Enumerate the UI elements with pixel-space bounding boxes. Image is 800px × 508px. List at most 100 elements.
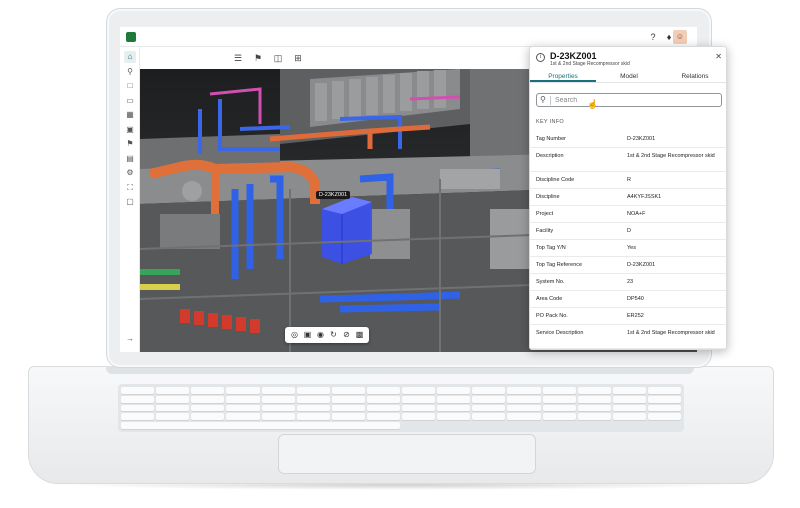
keyboard-key: [647, 387, 681, 394]
panel-tabs: Properties Model Relations: [530, 71, 726, 83]
keyboard-key: [577, 404, 611, 412]
table-row: Area Code DP540: [530, 291, 726, 308]
table-row: Project NOA+F: [530, 206, 726, 223]
keyboard-key: [191, 387, 225, 394]
property-value: Yes: [627, 245, 636, 251]
keyboard-key: [156, 387, 190, 394]
search-icon: ⚲: [540, 95, 546, 104]
table-row: System No. 23: [530, 274, 726, 291]
property-key: Tag Number: [536, 136, 566, 142]
search-input[interactable]: [555, 96, 715, 105]
keyboard-key: [437, 387, 471, 394]
keyboard-key: [507, 413, 541, 421]
keyboard-key: [542, 404, 576, 412]
property-value: D-23KZ001: [627, 136, 656, 142]
panel-title: D-23KZ001: [550, 51, 597, 61]
property-key: Top Tag Y/N: [536, 245, 566, 251]
home-icon[interactable]: ⌂: [124, 51, 136, 63]
keyboard-key: [402, 404, 436, 412]
keyboard-key: [121, 413, 155, 421]
property-key: Description: [536, 153, 564, 159]
search-divider: [550, 96, 551, 105]
table-row: PO Pack No. ER252: [530, 308, 726, 325]
tab-properties[interactable]: Properties: [530, 71, 596, 82]
lock-icon[interactable]: ▩: [355, 330, 365, 340]
property-value: A4KYFJSSK1: [627, 194, 662, 200]
keyboard-key: [121, 395, 155, 403]
table-row: Top Tag Y/N Yes: [530, 240, 726, 257]
eye-icon[interactable]: ◉: [316, 330, 326, 340]
keyboard-key: [577, 387, 611, 394]
close-icon[interactable]: ✕: [715, 52, 722, 61]
keyboard-key: [647, 395, 681, 403]
keyboard-key: [331, 413, 365, 421]
keyboard-key: [226, 395, 260, 403]
report-icon[interactable]: ▣: [124, 124, 136, 136]
keyboard-key: [261, 387, 295, 394]
property-value: R: [627, 177, 631, 183]
keyboard-key: [402, 395, 436, 403]
keyboard-key: [647, 413, 681, 421]
laptop-trackpad: [278, 434, 536, 474]
property-key: PO Pack No.: [536, 313, 568, 319]
keyboard-key: [366, 404, 400, 412]
arrow-right-icon[interactable]: →: [124, 333, 136, 345]
folder-icon[interactable]: ▭: [124, 95, 136, 107]
keyboard-key: [261, 413, 295, 421]
comment-icon[interactable]: ◫: [272, 52, 284, 64]
tag-icon[interactable]: ⚑: [252, 52, 264, 64]
keyboard-key: [577, 413, 611, 421]
tab-model[interactable]: Model: [596, 71, 662, 82]
keyboard-key: [331, 387, 365, 394]
user-avatar-icon[interactable]: ☺: [673, 30, 687, 44]
table-row: Tag Number D-23KZ001: [530, 131, 726, 148]
hide-icon[interactable]: ⊘: [342, 330, 352, 340]
properties-table: Tag Number D-23KZ001 Description 1st & 2nd…: [530, 131, 726, 349]
keyboard-key: [226, 404, 260, 412]
layers-icon[interactable]: ▦: [124, 109, 136, 121]
left-sidebar: ⌂ ⚲ □ ▭ ▦ ▣ ⚑ ▤ ⚙ ⛶ ▢ →: [120, 47, 140, 352]
property-key: Project: [536, 211, 554, 217]
keyboard-key: [542, 387, 576, 394]
help-circle-icon[interactable]: ?: [647, 31, 659, 43]
app-logo-icon[interactable]: [126, 32, 136, 42]
tree-icon[interactable]: ☰: [232, 52, 244, 64]
property-value: 1st & 2nd Stage Recompressor skid: [627, 330, 715, 336]
tag-icon[interactable]: ⚑: [124, 138, 136, 150]
search-icon[interactable]: ⚲: [124, 66, 136, 78]
keyboard-key: [402, 413, 436, 421]
keyboard-key: [121, 404, 155, 412]
keyboard-key: [296, 395, 330, 403]
target-icon[interactable]: ◎: [290, 330, 300, 340]
keyboard-key: [296, 404, 330, 412]
keyboard-key: [472, 413, 506, 421]
table-row: Description 1st & 2nd Stage Recompressor …: [530, 148, 726, 172]
property-value: 1st & 2nd Stage Recompressor skid: [627, 153, 715, 159]
property-value: ER252: [627, 313, 644, 319]
tab-relations[interactable]: Relations: [662, 71, 726, 82]
settings-icon[interactable]: ⚙: [124, 167, 136, 179]
keyboard-key: [156, 395, 190, 403]
keyboard-key: [261, 404, 295, 412]
clipboard-icon[interactable]: ▤: [124, 153, 136, 165]
property-key: Facility: [536, 228, 554, 234]
keyboard-key: [191, 404, 225, 412]
rotate-icon[interactable]: ↻: [329, 330, 339, 340]
laptop-keyboard: [118, 384, 684, 432]
fit-icon[interactable]: ▣: [303, 330, 313, 340]
property-value: D: [627, 228, 631, 234]
expand-icon[interactable]: ⛶: [124, 182, 136, 194]
table-row: Facility D: [530, 223, 726, 240]
keyboard-key: [296, 387, 330, 394]
property-key: Top Tag Reference: [536, 262, 583, 268]
bookmark-icon[interactable]: ▢: [124, 196, 136, 208]
keyboard-key: [331, 395, 365, 403]
document-icon[interactable]: □: [124, 80, 136, 92]
selected-object-label: D-23KZ001: [316, 191, 351, 199]
keyboard-key: [507, 387, 541, 394]
info-icon: i: [536, 53, 545, 62]
property-key: Service Description: [536, 330, 584, 336]
keyboard-key: [226, 387, 260, 394]
keyboard-key: [156, 413, 190, 421]
plus-box-icon[interactable]: ⊞: [292, 52, 304, 64]
